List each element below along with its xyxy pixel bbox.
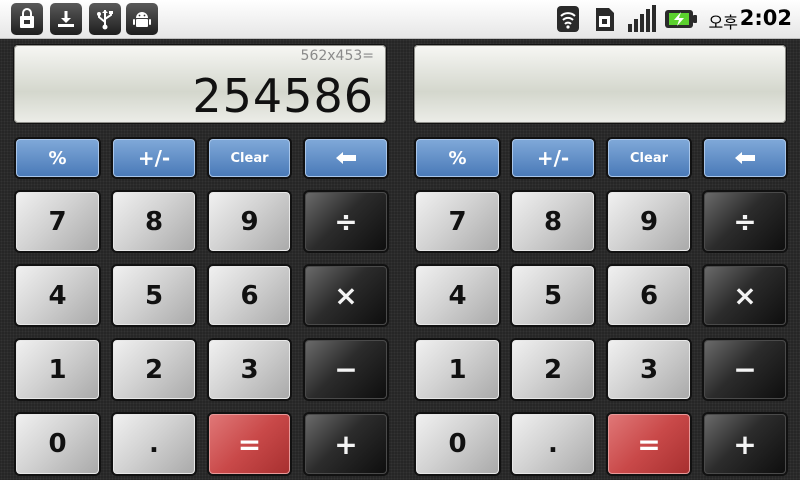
usb-icon[interactable] [89, 3, 121, 35]
left-key-8[interactable]: 8 [113, 192, 195, 251]
left-multiply-button[interactable]: × [305, 266, 387, 325]
battery-charging-icon [664, 3, 698, 35]
backspace-arrow-icon [336, 152, 356, 164]
left-key-5[interactable]: 5 [113, 266, 195, 325]
left-minus-button[interactable]: − [305, 340, 387, 399]
left-result: 254586 [192, 69, 374, 123]
right-equals-button[interactable]: = [608, 414, 690, 474]
right-display [414, 45, 786, 123]
bag-notification-icon[interactable] [11, 3, 43, 35]
right-plus-button[interactable]: + [704, 414, 786, 474]
signal-icon [625, 3, 659, 35]
left-plusminus-button[interactable]: +/- [113, 139, 195, 177]
right-key-4[interactable]: 4 [416, 266, 499, 325]
left-key-dot[interactable]: . [113, 414, 195, 474]
left-key-2[interactable]: 2 [113, 340, 195, 399]
right-plusminus-button[interactable]: +/- [512, 139, 594, 177]
left-expression: 562x453= [300, 48, 374, 64]
status-bar: 오후 2:02 [0, 0, 800, 39]
right-key-7[interactable]: 7 [416, 192, 499, 251]
right-key-2[interactable]: 2 [512, 340, 594, 399]
left-key-7[interactable]: 7 [16, 192, 99, 251]
right-backspace-button[interactable] [704, 139, 786, 177]
left-equals-button[interactable]: = [209, 414, 290, 474]
right-key-dot[interactable]: . [512, 414, 594, 474]
left-divide-button[interactable]: ÷ [305, 192, 387, 251]
right-key-9[interactable]: 9 [608, 192, 690, 251]
left-display: 562x453= 254586 [14, 45, 386, 123]
right-percent-button[interactable]: % [416, 139, 499, 177]
clock-time: 2:02 [739, 6, 792, 30]
download-icon[interactable] [50, 3, 82, 35]
right-key-1[interactable]: 1 [416, 340, 499, 399]
left-key-4[interactable]: 4 [16, 266, 99, 325]
right-key-3[interactable]: 3 [608, 340, 690, 399]
right-minus-button[interactable]: − [704, 340, 786, 399]
left-clear-button[interactable]: Clear [209, 139, 290, 177]
clock-ampm: 오후 [708, 13, 738, 32]
left-key-0[interactable]: 0 [16, 414, 99, 474]
right-key-8[interactable]: 8 [512, 192, 594, 251]
right-key-5[interactable]: 5 [512, 266, 594, 325]
right-clear-button[interactable]: Clear [608, 139, 690, 177]
left-key-6[interactable]: 6 [209, 266, 290, 325]
right-key-6[interactable]: 6 [608, 266, 690, 325]
left-key-1[interactable]: 1 [16, 340, 99, 399]
backspace-arrow-icon [735, 152, 755, 164]
android-icon[interactable] [126, 3, 158, 35]
right-key-0[interactable]: 0 [416, 414, 499, 474]
left-percent-button[interactable]: % [16, 139, 99, 177]
left-key-3[interactable]: 3 [209, 340, 290, 399]
right-multiply-button[interactable]: × [704, 266, 786, 325]
left-plus-button[interactable]: + [305, 414, 387, 474]
right-divide-button[interactable]: ÷ [704, 192, 786, 251]
left-backspace-button[interactable] [305, 139, 387, 177]
wifi-icon [552, 3, 584, 35]
sim-icon [589, 3, 621, 35]
left-key-9[interactable]: 9 [209, 192, 290, 251]
